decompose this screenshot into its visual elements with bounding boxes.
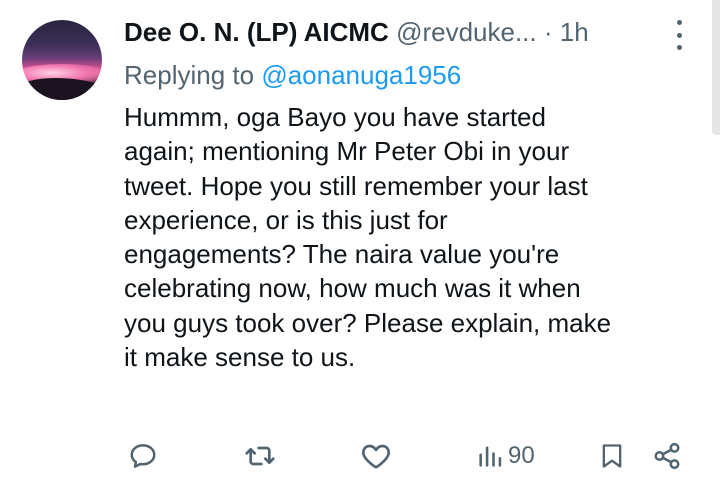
avatar[interactable] xyxy=(22,20,102,100)
reply-icon xyxy=(130,444,156,468)
tweet-body-line: experience, or is this just for xyxy=(124,204,448,235)
tweet-body-line: engagements? The naira value you're xyxy=(124,239,560,270)
replying-prefix: Replying to xyxy=(124,60,262,90)
tweet-body-line: you guys took over? Please explain, make xyxy=(124,307,612,338)
tweet-time[interactable]: 1h xyxy=(560,17,589,47)
tweet-body-line: it make sense to us. xyxy=(124,342,356,373)
retweet-icon xyxy=(245,446,275,466)
bookmark-button[interactable] xyxy=(598,436,626,476)
tweet-body-line: again; mentioning Mr Peter Obi in your xyxy=(124,136,570,167)
share-button[interactable] xyxy=(652,436,682,476)
like-button[interactable] xyxy=(360,436,392,476)
heart-icon xyxy=(362,444,390,469)
tweet-body-line: tweet. Hope you still remember your last xyxy=(124,170,588,201)
replying-mention[interactable]: @aonanuga1956 xyxy=(261,60,461,90)
retweet-button[interactable] xyxy=(244,436,276,476)
more-vertical-icon[interactable] xyxy=(670,20,688,50)
tweet-body-line: Hummm, oga Bayo you have started xyxy=(124,102,546,132)
tweet-body-line: celebrating now, how much was it when xyxy=(124,273,581,304)
views-count: 90 xyxy=(508,442,535,469)
reply-button[interactable] xyxy=(128,436,158,476)
scrollbar[interactable] xyxy=(712,0,720,135)
views-icon xyxy=(479,446,502,467)
avatar-land xyxy=(22,78,102,100)
header-separator: · xyxy=(543,17,553,47)
share-icon xyxy=(654,442,680,470)
author-handle[interactable]: @revduke... xyxy=(396,17,537,47)
bookmark-icon xyxy=(602,444,622,468)
action-bar: 90 xyxy=(0,436,720,476)
views-button[interactable]: 90 xyxy=(476,436,535,476)
author-name[interactable]: Dee O. N. (LP) AICMC xyxy=(124,17,389,47)
tweet-body: Hummm, oga Bayo you have started again; … xyxy=(124,100,704,374)
tweet-header: Dee O. N. (LP) AICMC @revduke... · 1h xyxy=(124,14,589,50)
replying-to-line: Replying to @aonanuga1956 xyxy=(124,58,461,92)
